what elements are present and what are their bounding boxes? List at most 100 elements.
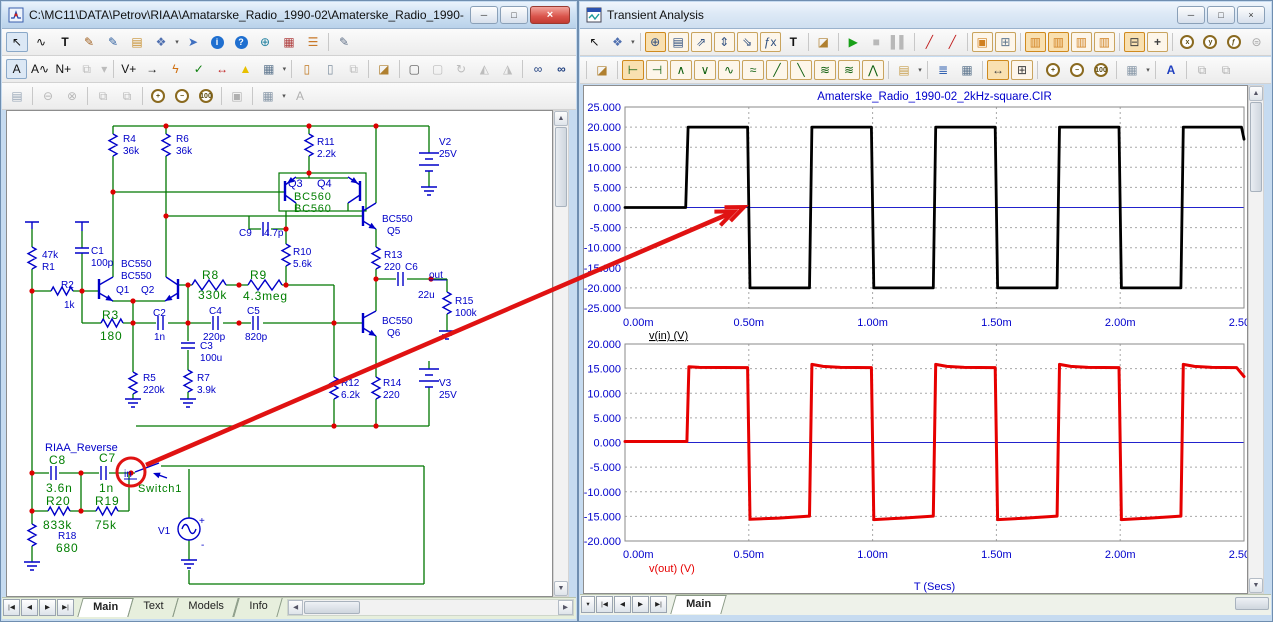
numeric-output-icon[interactable]: ≣ xyxy=(932,60,954,80)
tab-models[interactable]: Models xyxy=(173,598,240,617)
copy-icon[interactable]: ⧉ xyxy=(76,59,97,79)
nav-next-button[interactable]: ▶ xyxy=(39,599,56,616)
tile-icon[interactable]: ⧉ xyxy=(116,86,138,106)
zoom-fx-icon[interactable]: ƒ xyxy=(1223,32,1244,52)
schematic-canvas[interactable]: R436kR636kR112.2kV225VQ3Q4BC560BC560C94.… xyxy=(6,110,553,597)
inflection-icon[interactable]: ≋ xyxy=(814,60,836,80)
close-button[interactable]: × xyxy=(530,6,570,24)
find-part-icon[interactable]: ∞ xyxy=(527,59,548,79)
flip-y-icon[interactable]: ◭ xyxy=(474,59,495,79)
open-file-icon[interactable]: ▯ xyxy=(320,59,341,79)
attribute-wave-icon[interactable]: A∿ xyxy=(29,59,50,79)
datasheet-icon[interactable]: ▦ xyxy=(278,32,300,52)
shape-tool-icon[interactable]: ❖ xyxy=(607,32,628,52)
select-tool-icon[interactable]: ↖ xyxy=(584,32,605,52)
text-mode-icon[interactable]: T xyxy=(783,32,804,52)
schematic-hscrollbar[interactable]: ◀ ▶ xyxy=(287,599,574,616)
help-mode-icon[interactable]: ? xyxy=(230,32,252,52)
stop-icon[interactable]: ■ xyxy=(866,32,887,52)
warning-icon[interactable]: ▲ xyxy=(235,59,256,79)
scroll-thumb[interactable] xyxy=(555,127,567,207)
zoom-in-icon[interactable]: + xyxy=(147,86,169,106)
vertical-tag-icon[interactable]: ⇕ xyxy=(714,32,735,52)
nav-prev-button[interactable]: ◀ xyxy=(614,596,631,613)
flag-mode-icon[interactable]: ➤ xyxy=(182,32,204,52)
condition-display-icon[interactable]: ✓ xyxy=(188,59,209,79)
valley-icon[interactable]: ∨ xyxy=(694,60,716,80)
box-select-icon[interactable]: ▢ xyxy=(427,59,448,79)
data-points-icon[interactable]: ▣ xyxy=(972,32,993,52)
grid-select-icon[interactable]: ▦ xyxy=(257,86,279,106)
cursor-mode-icon[interactable]: ▤ xyxy=(668,32,689,52)
scroll-thumb[interactable] xyxy=(1250,102,1262,192)
node-numbers-icon[interactable]: N+ xyxy=(53,59,74,79)
shape-tool-icon[interactable]: ❖ xyxy=(150,32,172,52)
ruler-icon[interactable]: ⊞ xyxy=(995,32,1016,52)
tab-main[interactable]: Main xyxy=(670,595,727,614)
properties-icon[interactable]: ◪ xyxy=(813,32,834,52)
wire-mode-icon[interactable]: ∿ xyxy=(30,32,52,52)
stop-step-icon[interactable]: ⊗ xyxy=(61,86,83,106)
cursor-right-icon[interactable]: ⊣ xyxy=(646,60,668,80)
slope-points-icon[interactable]: ╱ xyxy=(942,32,963,52)
nav-prev-button[interactable]: ◀ xyxy=(21,599,38,616)
zoom-100-icon[interactable]: 100 xyxy=(1090,60,1112,80)
cursor-left-icon[interactable]: ⊢ xyxy=(622,60,644,80)
scroll-down-icon[interactable]: ▼ xyxy=(554,581,568,596)
schematic-components[interactable] xyxy=(24,134,455,570)
slope-up-icon[interactable]: ╱ xyxy=(766,60,788,80)
horizontal-axis-icon[interactable]: ⊟ xyxy=(1124,32,1145,52)
minimize-button[interactable]: ─ xyxy=(470,6,498,24)
text-mode-icon[interactable]: T xyxy=(54,32,76,52)
grid-display-icon[interactable]: ▦ xyxy=(258,59,279,79)
slope-down-icon[interactable]: ╲ xyxy=(790,60,812,80)
scroll-up-icon[interactable]: ▲ xyxy=(1249,86,1263,101)
zoom-x-icon[interactable]: x xyxy=(1177,32,1198,52)
to-back-icon[interactable]: ⧉ xyxy=(1215,60,1237,80)
cascade-icon[interactable]: ⧉ xyxy=(92,86,114,106)
step-down-icon[interactable]: ⊖ xyxy=(37,86,59,106)
border-display-icon[interactable]: ☰ xyxy=(302,32,324,52)
nav-first-button[interactable]: |◀ xyxy=(3,599,20,616)
envelope-top-icon[interactable]: ≋ xyxy=(838,60,860,80)
font-icon[interactable]: A xyxy=(289,86,311,106)
plot-vscrollbar[interactable]: ▲ ▼ xyxy=(1248,85,1264,594)
scroll-down-icon[interactable]: ▼ xyxy=(1249,578,1263,593)
flip-x-icon[interactable]: ◮ xyxy=(497,59,518,79)
to-front-icon[interactable]: ⧉ xyxy=(1191,60,1213,80)
new-file-icon[interactable]: ▯ xyxy=(296,59,317,79)
picture-mode-icon[interactable]: ▤ xyxy=(126,32,148,52)
schematic-vscrollbar[interactable]: ▲ ▼ xyxy=(553,110,569,597)
find-icon[interactable]: ∞ xyxy=(551,59,572,79)
node-voltages-icon[interactable]: V+ xyxy=(118,59,139,79)
copy-caret-icon[interactable]: ▾ xyxy=(99,59,109,79)
nav-first-button[interactable]: |◀ xyxy=(596,596,613,613)
attribute-text-icon[interactable]: A xyxy=(6,59,27,79)
cursor-window-icon[interactable]: ⊞ xyxy=(1011,60,1033,80)
web-info-icon[interactable]: ⊕ xyxy=(254,32,276,52)
rotate-icon[interactable]: ↻ xyxy=(450,59,471,79)
font-icon[interactable]: A xyxy=(1160,60,1182,80)
nav-last-button[interactable]: ▶| xyxy=(57,599,74,616)
info-page-icon[interactable]: ▤ xyxy=(6,86,28,106)
align-cursors-icon[interactable]: ↔ xyxy=(987,60,1009,80)
tracker-icon[interactable]: + xyxy=(1147,32,1168,52)
high-icon[interactable]: ∿ xyxy=(718,60,740,80)
scroll-left-icon[interactable]: ◀ xyxy=(288,600,303,615)
diagram-mode-icon[interactable]: ✎ xyxy=(102,32,124,52)
analysis-titlebar[interactable]: Transient Analysis ─ □ × xyxy=(580,2,1271,29)
maximize-button[interactable]: □ xyxy=(500,6,528,24)
scroll-up-icon[interactable]: ▲ xyxy=(554,111,568,126)
pause-icon[interactable]: ▌▌ xyxy=(889,32,910,52)
nav-next-button[interactable]: ▶ xyxy=(632,596,649,613)
power-display-icon[interactable]: ϟ xyxy=(165,59,186,79)
scale-mode-icon[interactable]: ⊕ xyxy=(645,32,666,52)
plot-page2-icon[interactable]: ▥ xyxy=(1048,32,1069,52)
scroll-right-icon[interactable]: ▶ xyxy=(558,600,573,615)
line-mode-icon[interactable]: ✎ xyxy=(78,32,100,52)
watch-values-icon[interactable]: ▦ xyxy=(956,60,978,80)
tab-main[interactable]: Main xyxy=(77,598,134,617)
notes-icon[interactable]: ✎ xyxy=(333,32,355,52)
plot-page1-icon[interactable]: ▥ xyxy=(1025,32,1046,52)
tab-text[interactable]: Text xyxy=(127,598,179,617)
